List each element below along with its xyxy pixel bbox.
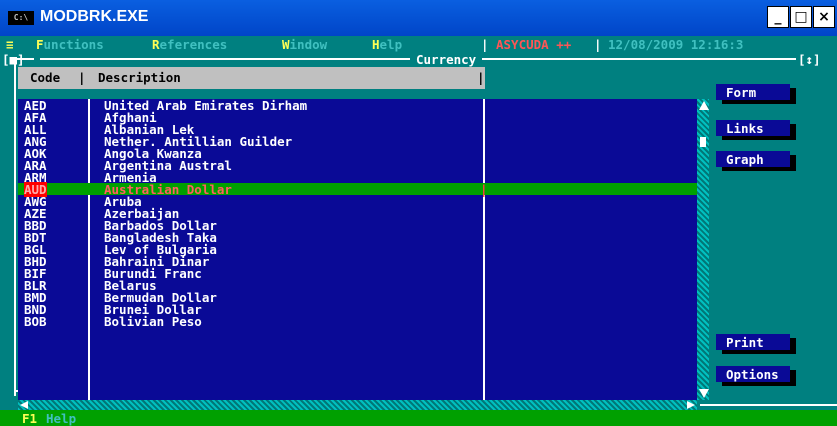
menu-functions[interactable]: Functions	[36, 37, 104, 52]
currency-row[interactable]: BOB Bolivian Peso	[18, 314, 697, 329]
border-line	[40, 58, 410, 60]
console-area: ≡ Functions References Window Help | ASY…	[0, 36, 837, 426]
maximize-button[interactable]: □	[790, 6, 812, 28]
status-bar: F1 Help	[0, 410, 837, 426]
border-line	[700, 404, 837, 406]
help-key[interactable]: F1	[22, 411, 37, 426]
menu-references[interactable]: References	[152, 37, 227, 52]
scroll-right-arrow-icon[interactable]	[687, 401, 695, 409]
panel-header: [■] Currency [↕]	[0, 52, 837, 67]
vertical-scrollbar[interactable]	[697, 99, 709, 400]
border-line	[482, 58, 796, 60]
system-menu-icon[interactable]: ≡	[6, 37, 14, 52]
column-header: Code | Description |	[18, 67, 485, 89]
column-description-header[interactable]: Description	[98, 70, 181, 85]
border-line	[14, 58, 16, 396]
options-button[interactable]: Options	[716, 366, 796, 386]
currency-list: AED United Arab Emirates Dirham AFA Afghani…	[18, 98, 697, 400]
menu-separator: |	[594, 37, 602, 52]
menu-window[interactable]: Window	[282, 37, 327, 52]
links-button[interactable]: Links	[716, 120, 796, 140]
currency-code: BOB	[24, 314, 47, 329]
graph-button[interactable]: Graph	[716, 151, 796, 171]
panel-title: Currency	[416, 52, 477, 67]
window-titlebar: C:\ MODBRK.EXE _ □ ×	[0, 0, 837, 36]
help-label: Help	[46, 411, 77, 426]
window-title: MODBRK.EXE	[40, 8, 149, 25]
app-name: ASYCUDA ++	[496, 37, 572, 52]
scroll-up-arrow-icon[interactable]	[699, 101, 709, 110]
scroll-down-arrow-icon[interactable]	[699, 389, 709, 398]
menu-separator: |	[481, 37, 489, 52]
scroll-thumb[interactable]	[700, 137, 706, 147]
console-app-icon: C:\	[8, 11, 34, 25]
datetime: 12/08/2009 12:16:3	[608, 37, 744, 52]
menu-help[interactable]: Help	[372, 37, 402, 52]
minimize-button[interactable]: _	[767, 6, 789, 28]
column-code-header[interactable]: Code	[30, 70, 60, 85]
print-button[interactable]: Print	[716, 334, 796, 354]
panel-zoom-marker[interactable]: [↕]	[798, 52, 821, 67]
form-button[interactable]: Form	[716, 84, 796, 104]
scroll-left-arrow-icon[interactable]	[20, 401, 28, 409]
horizontal-scrollbar[interactable]	[18, 400, 697, 410]
close-button[interactable]: ×	[813, 6, 835, 28]
currency-description: Bolivian Peso	[104, 314, 202, 329]
menu-bar: ≡ Functions References Window Help | ASY…	[0, 36, 837, 52]
